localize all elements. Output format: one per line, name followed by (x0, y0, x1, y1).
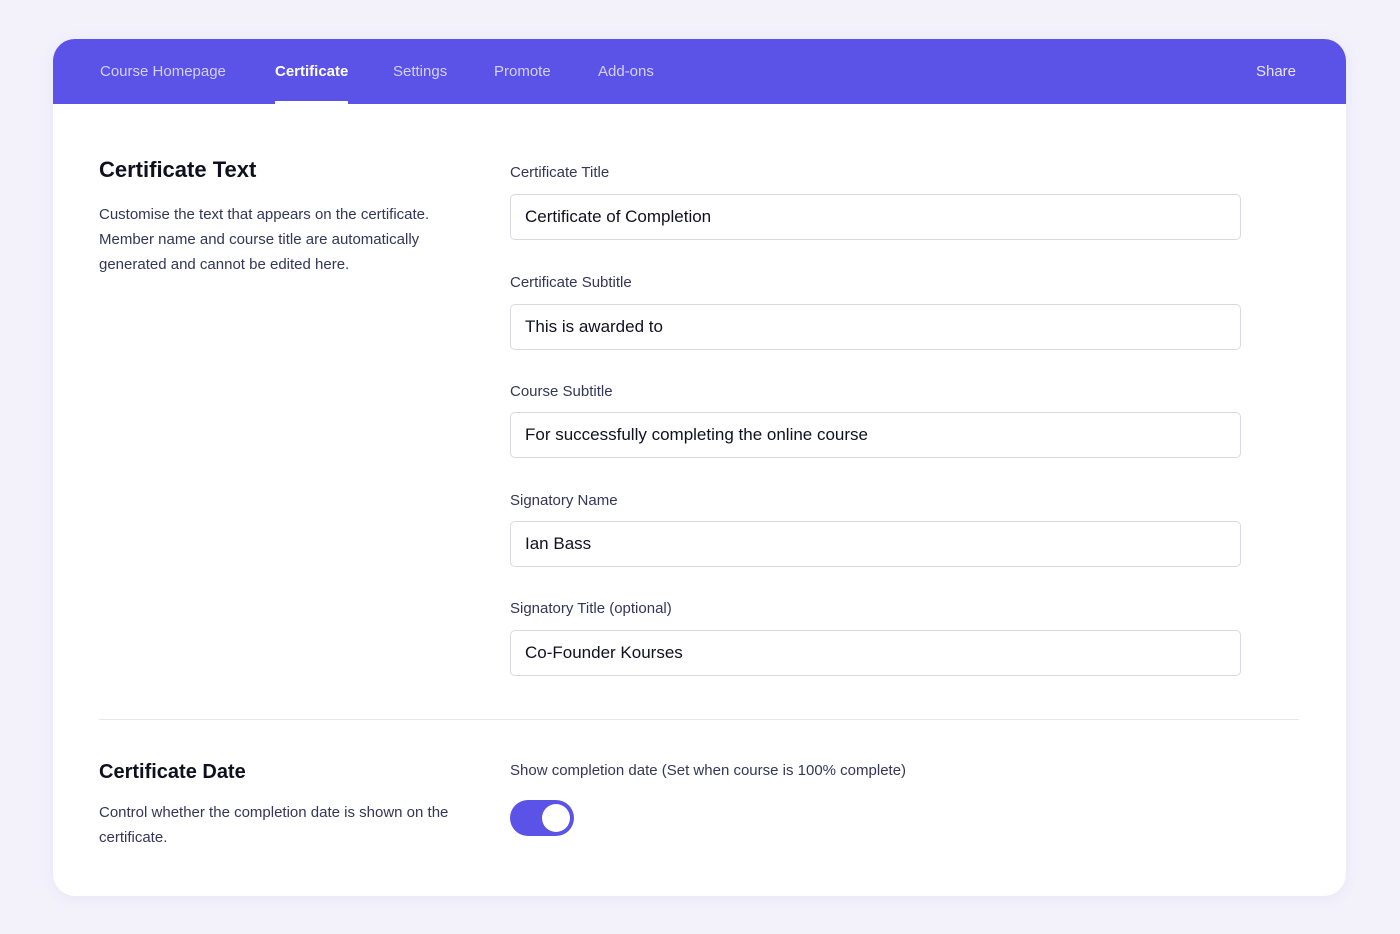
show-completion-date-toggle[interactable] (510, 800, 574, 836)
section-divider (99, 719, 1299, 720)
certificate-date-heading: Certificate Date (99, 761, 246, 783)
tab-course-homepage[interactable]: Course Homepage (100, 39, 226, 104)
certificate-title-input[interactable] (510, 194, 1241, 240)
certificate-text-description: Customise the text that appears on the c… (99, 206, 430, 273)
tab-certificate[interactable]: Certificate (275, 39, 349, 104)
tab-add-ons[interactable]: Add-ons (598, 39, 654, 104)
certificate-subtitle-label: Certificate Subtitle (510, 274, 632, 291)
certificate-subtitle-input[interactable] (510, 304, 1241, 350)
certificate-text-heading: Certificate Text (99, 157, 257, 182)
course-subtitle-input[interactable] (510, 412, 1241, 458)
show-completion-date-label: Show completion date (Set when course is… (510, 762, 907, 779)
course-subtitle-label: Course Subtitle (510, 383, 613, 400)
toggle-knob (542, 804, 570, 832)
top-navigation: Course Homepage Certificate Settings Pro… (53, 39, 1346, 104)
signatory-title-input[interactable] (510, 630, 1241, 676)
settings-card: Course Homepage Certificate Settings Pro… (53, 39, 1346, 896)
signatory-name-label: Signatory Name (510, 492, 618, 509)
tab-settings[interactable]: Settings (393, 39, 447, 104)
signatory-name-input[interactable] (510, 521, 1241, 567)
signatory-title-label: Signatory Title (optional) (510, 600, 672, 617)
certificate-date-description: Control whether the completion date is s… (99, 804, 449, 846)
tab-promote[interactable]: Promote (494, 39, 551, 104)
share-button[interactable]: Share (1256, 39, 1296, 104)
certificate-title-label: Certificate Title (510, 164, 610, 181)
